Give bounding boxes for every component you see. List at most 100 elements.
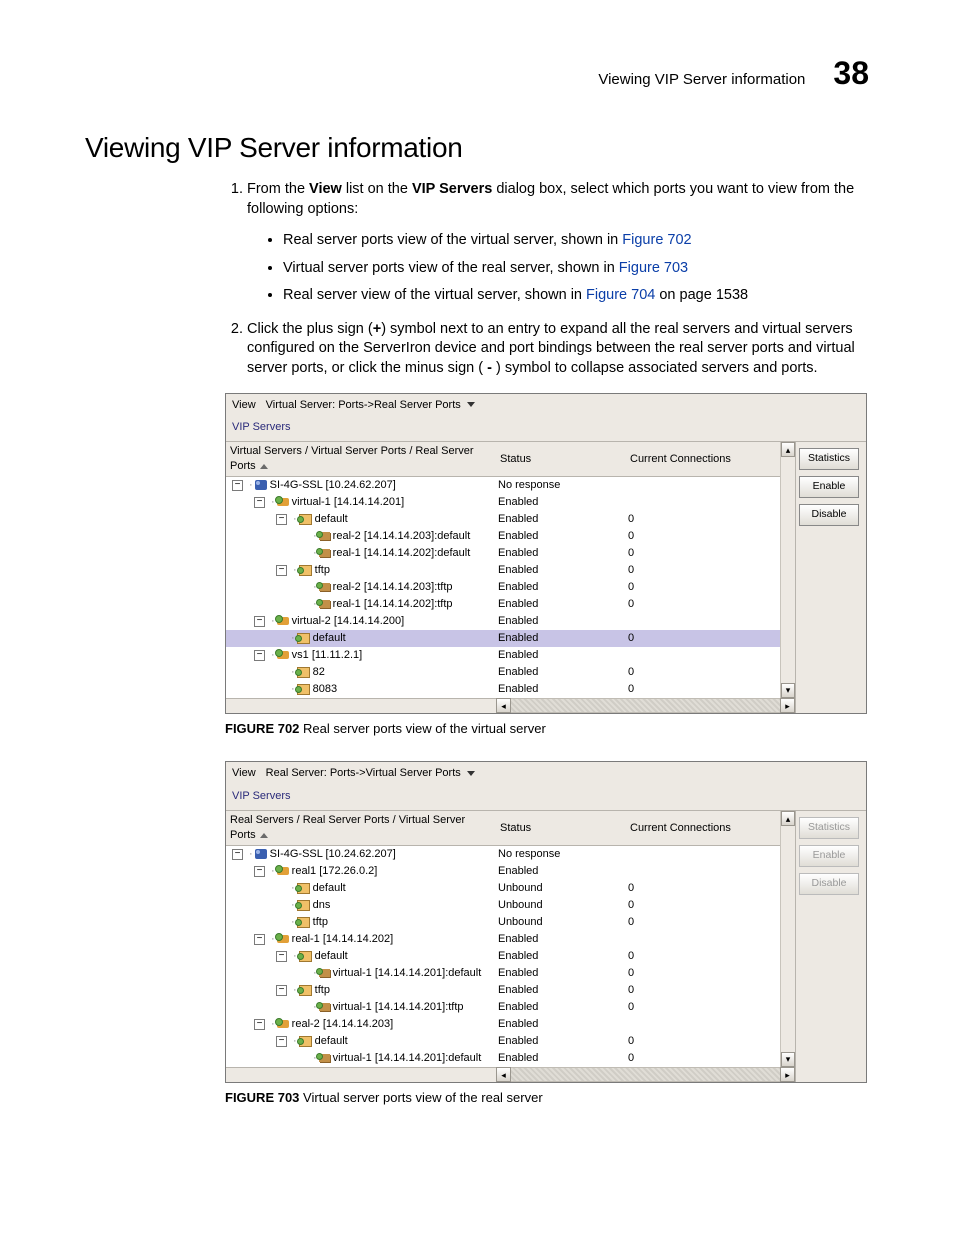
col-status[interactable]: Status [496,442,626,476]
table-row[interactable]: −·vs1 [11.11.2.1]Enabled [226,647,780,664]
enable-button[interactable]: Enable [799,845,859,867]
figure-702-caption: FIGURE 702 Real server ports view of the… [225,720,869,738]
collapse-icon[interactable]: − [254,866,265,877]
server-icon [255,849,267,859]
view-combo-1[interactable]: Virtual Server: Ports->Real Server Ports [262,398,479,413]
table-row[interactable]: −·real1 [172.26.0.2]Enabled [226,863,780,880]
collapse-icon[interactable]: − [254,616,265,627]
horizontal-scrollbar[interactable]: ◂ ▸ [226,1067,795,1082]
row-label: tftp [315,983,330,998]
row-status: No response [496,476,626,494]
collapse-icon[interactable]: − [276,514,287,525]
table-row[interactable]: ·real-1 [14.14.14.202]:tftpEnabled0 [226,596,780,613]
vip-servers-title: VIP Servers [226,785,866,811]
row-connections [626,1016,780,1033]
collapse-icon[interactable]: − [232,480,243,491]
scroll-left-icon[interactable]: ◂ [496,698,511,713]
table-row[interactable]: ·defaultUnbound0 [226,880,780,897]
scroll-up-icon[interactable]: ▴ [781,811,795,826]
port-icon [299,565,312,576]
col-status[interactable]: Status [496,811,626,845]
collapse-icon[interactable]: − [276,951,287,962]
enable-button[interactable]: Enable [799,476,859,498]
link-figure-702[interactable]: Figure 702 [622,232,691,248]
vip-servers-title: VIP Servers [226,416,866,442]
port-icon [299,514,312,525]
row-status: Enabled [496,1016,626,1033]
scroll-right-icon[interactable]: ▸ [780,1067,795,1082]
scroll-right-icon[interactable]: ▸ [780,698,795,713]
table-row[interactable]: ·real-2 [14.14.14.203]:tftpEnabled0 [226,579,780,596]
real-icon [319,1054,330,1062]
row-label: virtual-1 [14.14.14.201]:default [333,1051,482,1066]
scroll-down-icon[interactable]: ▾ [781,1052,795,1067]
figure-703-caption: FIGURE 703 Virtual server ports view of … [225,1089,869,1107]
scroll-left-icon[interactable]: ◂ [496,1067,511,1082]
steps-list: From the View list on the VIP Servers di… [225,180,869,379]
row-label: default [313,631,346,646]
table-row[interactable]: ·tftpUnbound0 [226,914,780,931]
row-status: Enabled [496,931,626,948]
collapse-icon[interactable]: − [254,934,265,945]
link-figure-703[interactable]: Figure 703 [619,260,688,276]
table-row[interactable]: ·dnsUnbound0 [226,897,780,914]
col-servers[interactable]: Virtual Servers / Virtual Server Ports /… [226,442,496,476]
collapse-icon[interactable]: − [254,497,265,508]
table-row[interactable]: ·82Enabled0 [226,664,780,681]
row-connections: 0 [626,1033,780,1050]
vertical-scrollbar[interactable]: ▴ ▾ [780,442,795,698]
table-row[interactable]: −·real-1 [14.14.14.202]Enabled [226,931,780,948]
row-label: real-2 [14.14.14.203] [292,1017,394,1032]
collapse-icon[interactable]: − [254,1019,265,1030]
table-row[interactable]: ·virtual-1 [14.14.14.201]:defaultEnabled… [226,1050,780,1067]
row-label: dns [313,898,331,913]
real-icon [319,1003,330,1011]
table-row[interactable]: −·SI-4G-SSL [10.24.62.207]No response [226,476,780,494]
row-label: real-2 [14.14.14.203]:tftp [333,580,453,595]
table-row[interactable]: −·defaultEnabled0 [226,948,780,965]
horizontal-scrollbar[interactable]: ◂ ▸ [226,698,795,713]
statistics-button[interactable]: Statistics [799,448,859,470]
vertical-scrollbar[interactable]: ▴ ▾ [780,811,795,1067]
table-row[interactable]: −·real-2 [14.14.14.203]Enabled [226,1016,780,1033]
table-row[interactable]: −·tftpEnabled0 [226,982,780,999]
chevron-down-icon [467,402,475,407]
disable-button[interactable]: Disable [799,873,859,895]
table-row[interactable]: ·8083Enabled0 [226,681,780,698]
vs-icon [277,935,289,943]
table-row[interactable]: −·virtual-1 [14.14.14.201]Enabled [226,494,780,511]
port-icon [297,917,310,928]
collapse-icon[interactable]: − [276,985,287,996]
view-combo-2[interactable]: Real Server: Ports->Virtual Server Ports [262,766,479,781]
disable-button[interactable]: Disable [799,504,859,526]
collapse-icon[interactable]: − [232,849,243,860]
table-row[interactable]: −·SI-4G-SSL [10.24.62.207]No response [226,845,780,863]
table-row[interactable]: ·real-2 [14.14.14.203]:defaultEnabled0 [226,528,780,545]
collapse-icon[interactable]: − [276,565,287,576]
table-row[interactable]: −·tftpEnabled0 [226,562,780,579]
col-connections[interactable]: Current Connections [626,811,780,845]
row-label: real-1 [14.14.14.202]:tftp [333,597,453,612]
row-connections [626,647,780,664]
table-row[interactable]: −·defaultEnabled0 [226,1033,780,1050]
collapse-icon[interactable]: − [254,650,265,661]
row-status: Unbound [496,897,626,914]
row-connections: 0 [626,545,780,562]
col-connections[interactable]: Current Connections [626,442,780,476]
scroll-up-icon[interactable]: ▴ [781,442,795,457]
row-connections: 0 [626,982,780,999]
collapse-icon[interactable]: − [276,1036,287,1047]
table-row[interactable]: ·real-1 [14.14.14.202]:defaultEnabled0 [226,545,780,562]
table-row[interactable]: −·virtual-2 [14.14.14.200]Enabled [226,613,780,630]
table-row[interactable]: ·defaultEnabled0 [226,630,780,647]
col-servers[interactable]: Real Servers / Real Server Ports / Virtu… [226,811,496,845]
row-connections: 0 [626,965,780,982]
table-row[interactable]: −·defaultEnabled0 [226,511,780,528]
row-label: default [315,512,348,527]
row-connections: 0 [626,630,780,647]
table-row[interactable]: ·virtual-1 [14.14.14.201]:defaultEnabled… [226,965,780,982]
link-figure-704[interactable]: Figure 704 [586,287,655,303]
statistics-button[interactable]: Statistics [799,817,859,839]
table-row[interactable]: ·virtual-1 [14.14.14.201]:tftpEnabled0 [226,999,780,1016]
scroll-down-icon[interactable]: ▾ [781,683,795,698]
